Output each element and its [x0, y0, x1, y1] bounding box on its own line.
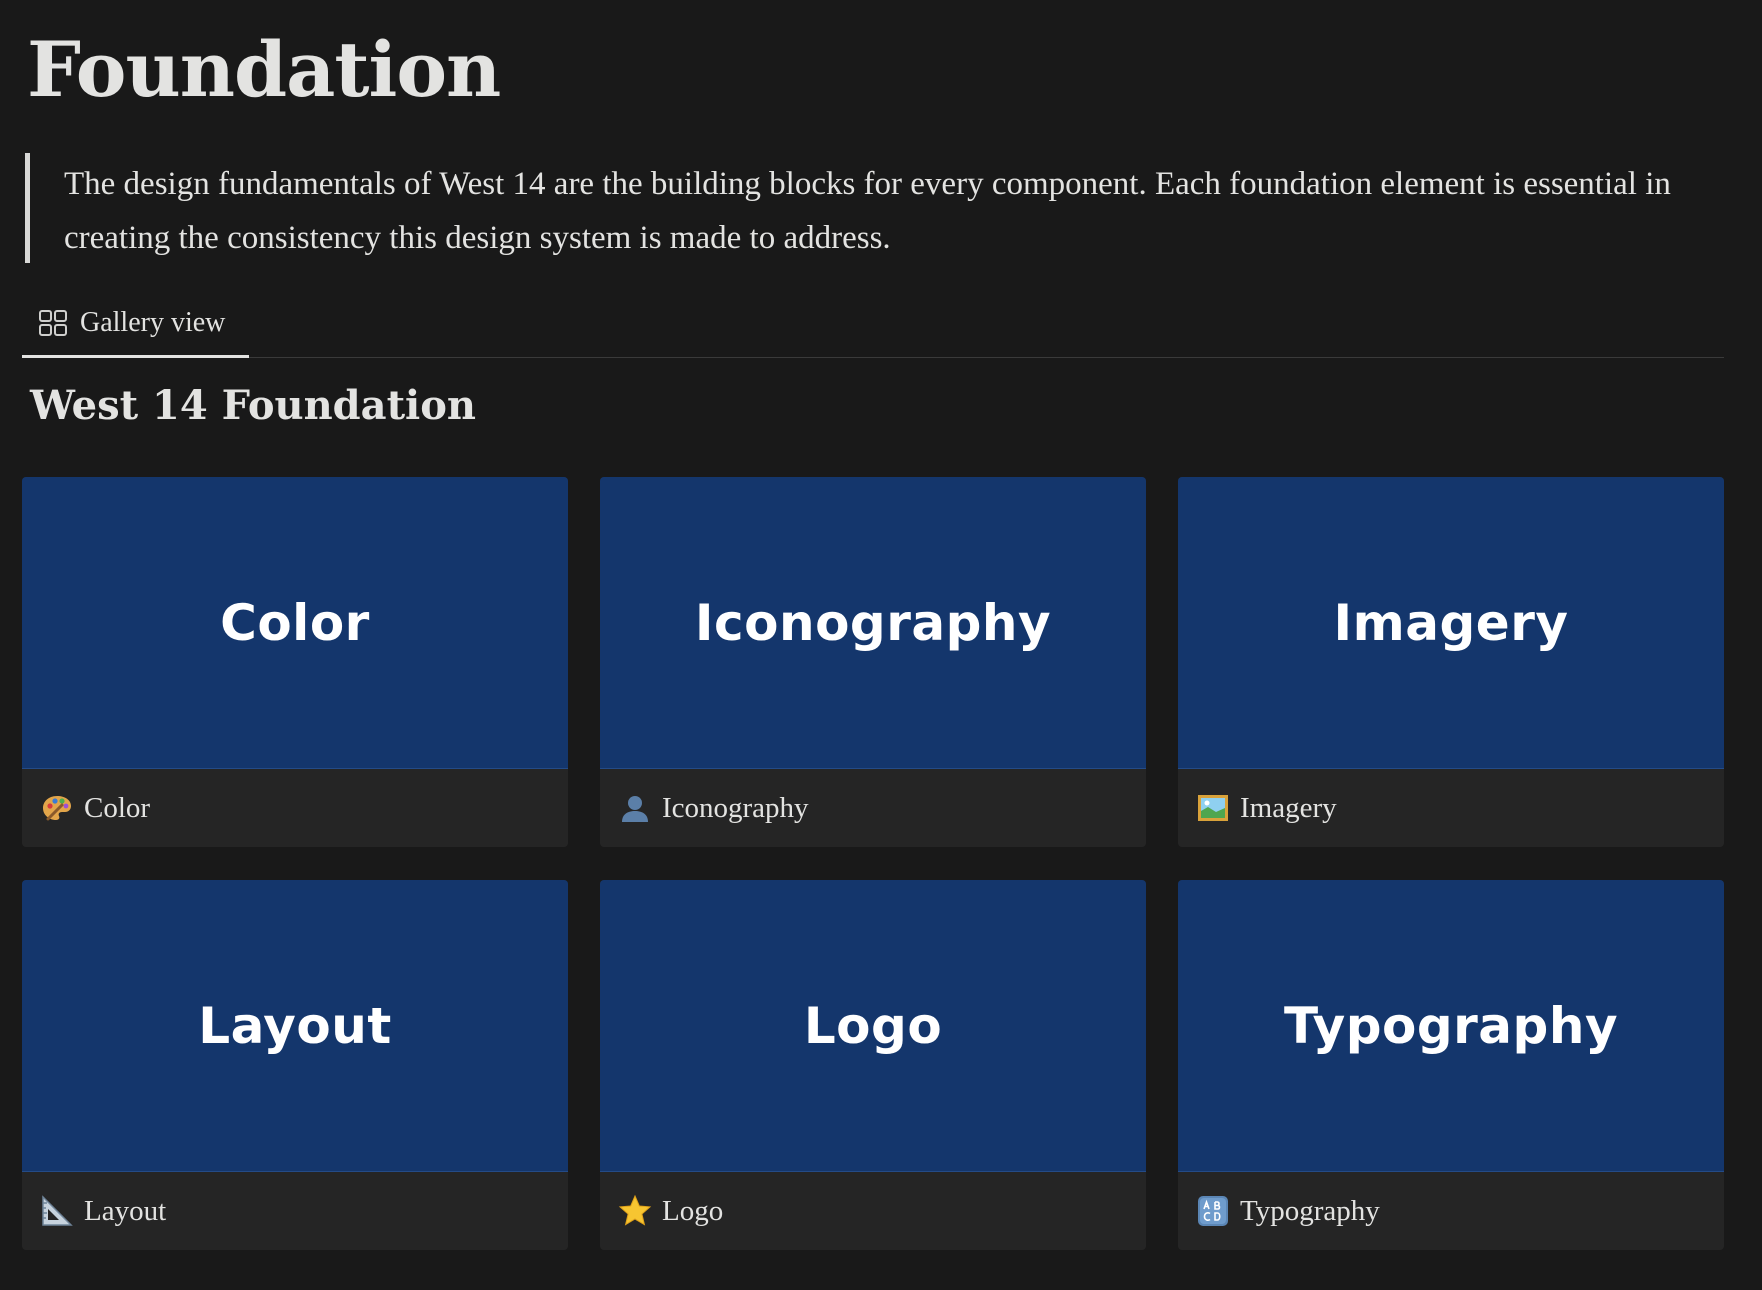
- card-cover: Layout: [22, 880, 568, 1172]
- card-title: Typography: [1240, 1194, 1380, 1227]
- gallery-grid-icon: [38, 308, 68, 338]
- gallery-card-iconography[interactable]: Iconography Iconography: [600, 477, 1146, 847]
- card-cover-text: Layout: [198, 996, 392, 1055]
- gallery-card-typography[interactable]: Typography Typography: [1178, 880, 1724, 1250]
- page-description-quote: The design fundamentals of West 14 are t…: [25, 153, 1725, 263]
- card-cover: Logo: [600, 880, 1146, 1172]
- triangular-ruler-icon: [40, 1194, 74, 1228]
- card-footer: Imagery: [1178, 769, 1724, 847]
- view-tabs: Gallery view: [22, 290, 1724, 358]
- gallery-card-logo[interactable]: Logo Logo: [600, 880, 1146, 1250]
- card-footer: Logo: [600, 1172, 1146, 1250]
- card-cover-text: Color: [220, 593, 370, 652]
- page-title: Foundation: [27, 25, 501, 114]
- card-title: Iconography: [662, 791, 809, 824]
- card-cover-text: Iconography: [694, 593, 1052, 652]
- card-title: Color: [84, 791, 151, 824]
- card-title: Logo: [662, 1194, 724, 1227]
- gallery-card-color[interactable]: Color Color: [22, 477, 568, 847]
- gallery-card-imagery[interactable]: Imagery Imagery: [1178, 477, 1724, 847]
- gallery-card-layout[interactable]: Layout Layout: [22, 880, 568, 1250]
- card-cover-text: Typography: [1283, 996, 1619, 1055]
- abcd-input-icon: [1196, 1194, 1230, 1228]
- tab-gallery-view[interactable]: Gallery view: [22, 290, 249, 358]
- card-title: Imagery: [1240, 791, 1337, 824]
- card-cover-text: Imagery: [1333, 593, 1569, 652]
- card-title: Layout: [84, 1194, 167, 1227]
- tab-label: Gallery view: [80, 306, 226, 338]
- star-icon: [618, 1194, 652, 1228]
- card-cover: Typography: [1178, 880, 1724, 1172]
- card-footer: Layout: [22, 1172, 568, 1250]
- card-cover: Iconography: [600, 477, 1146, 769]
- card-footer: Iconography: [600, 769, 1146, 847]
- card-footer: Color: [22, 769, 568, 847]
- card-cover: Color: [22, 477, 568, 769]
- user-silhouette-icon: [618, 791, 652, 825]
- card-cover: Imagery: [1178, 477, 1724, 769]
- card-footer: Typography: [1178, 1172, 1724, 1250]
- framed-picture-icon: [1196, 791, 1230, 825]
- gallery-title: West 14 Foundation: [30, 382, 476, 429]
- card-cover-text: Logo: [803, 996, 943, 1055]
- palette-icon: [40, 791, 74, 825]
